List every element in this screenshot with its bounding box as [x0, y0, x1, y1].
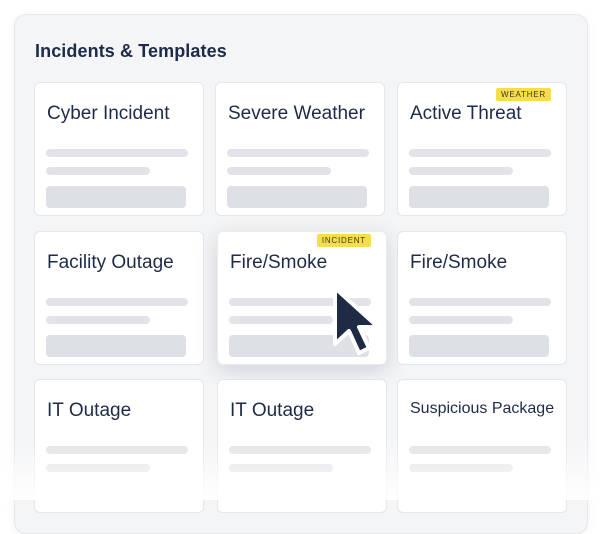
template-card-suspicious-package[interactable]: Suspicious Package	[397, 379, 567, 513]
card-title: Active Threat	[410, 103, 522, 124]
templates-panel: Incidents & Templates Cyber Incident Sev…	[14, 14, 588, 534]
placeholder-line	[46, 446, 188, 454]
placeholder-line	[409, 149, 551, 157]
template-card-it-outage-2[interactable]: IT Outage	[217, 379, 387, 513]
placeholder-line	[229, 446, 371, 454]
placeholder-line	[46, 298, 188, 306]
card-title: Fire/Smoke	[410, 252, 508, 273]
placeholder-line	[46, 464, 150, 472]
card-title: Severe Weather	[228, 103, 365, 124]
placeholder-line	[227, 167, 331, 175]
panel-title: Incidents & Templates	[35, 41, 227, 61]
placeholder-line	[409, 167, 513, 175]
template-card-active-threat[interactable]: WEATHER Active Threat	[397, 82, 567, 216]
placeholder-line	[46, 167, 150, 175]
card-title: Fire/Smoke	[230, 252, 328, 273]
placeholder-bar	[409, 335, 549, 357]
placeholder-bar	[46, 186, 186, 208]
placeholder-line	[46, 149, 188, 157]
placeholder-line	[409, 316, 513, 324]
placeholder-line	[409, 298, 551, 306]
card-title: IT Outage	[230, 400, 315, 421]
template-card-fire-smoke[interactable]: Fire/Smoke	[397, 231, 567, 365]
card-title: IT Outage	[47, 400, 132, 421]
placeholder-line	[409, 464, 513, 472]
card-title: Cyber Incident	[47, 103, 170, 124]
template-card-severe-weather[interactable]: Severe Weather	[215, 82, 385, 216]
placeholder-line	[46, 316, 150, 324]
placeholder-bar	[46, 335, 186, 357]
category-badge: INCIDENT	[316, 234, 371, 247]
category-badge: WEATHER	[495, 88, 551, 101]
placeholder-line	[229, 316, 333, 324]
placeholder-line	[227, 149, 369, 157]
card-title: Facility Outage	[47, 252, 174, 273]
placeholder-line	[229, 464, 333, 472]
mouse-pointer-icon	[333, 286, 380, 355]
template-card-facility-outage[interactable]: Facility Outage	[34, 231, 204, 365]
placeholder-bar	[409, 186, 549, 208]
template-card-cyber-incident[interactable]: Cyber Incident	[34, 82, 204, 216]
placeholder-bar	[227, 186, 367, 208]
placeholder-line	[409, 446, 551, 454]
card-title: Suspicious Package	[410, 400, 555, 417]
template-card-it-outage[interactable]: IT Outage	[34, 379, 204, 513]
